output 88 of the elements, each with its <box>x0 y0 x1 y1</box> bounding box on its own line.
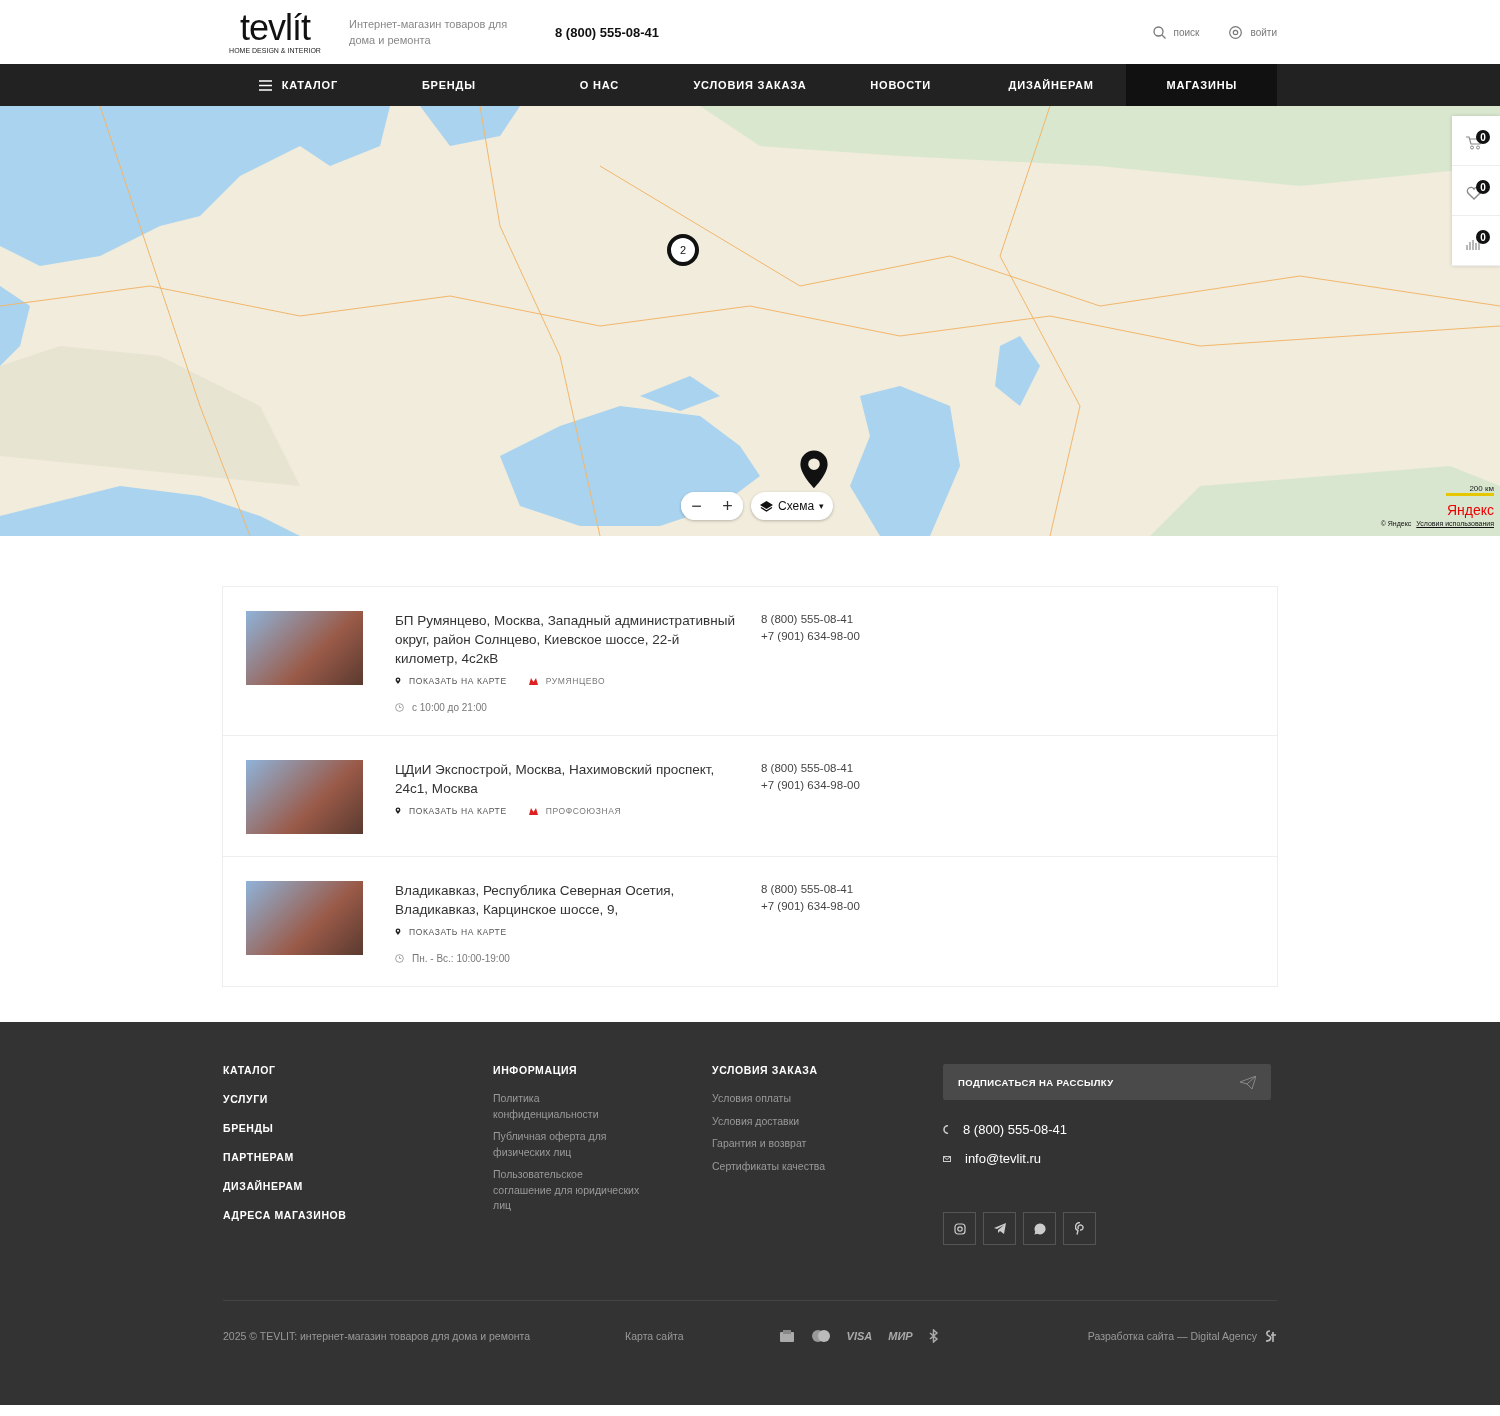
footer-column-title[interactable]: ИНФОРМАЦИЯ <box>493 1064 712 1076</box>
nav-tab[interactable]: КАТАЛОГ <box>223 64 374 106</box>
store-phone[interactable]: +7 (901) 634-98-00 <box>761 777 860 794</box>
instagram-icon <box>953 1222 966 1235</box>
store-phone[interactable]: 8 (800) 555-08-41 <box>761 881 860 898</box>
footer-link[interactable]: Условия доставки <box>712 1113 862 1129</box>
count-badge: 0 <box>1476 230 1490 244</box>
store-phone[interactable]: +7 (901) 634-98-00 <box>761 898 860 915</box>
payment-logo: VISA <box>846 1330 873 1342</box>
nav-tab[interactable]: НОВОСТИ <box>825 64 976 106</box>
footer-link[interactable]: Условия оплаты <box>712 1091 862 1107</box>
site-slogan: Интернет-магазин товаров для дома и ремонта <box>349 17 509 48</box>
footer-main-link[interactable]: БРЕНДЫ <box>223 1122 493 1134</box>
social-button[interactable] <box>983 1212 1016 1245</box>
metro-station: РУМЯНЦЕВО <box>545 676 606 686</box>
count-badge: 0 <box>1476 180 1490 194</box>
nav-tab[interactable]: УСЛОВИЯ ЗАКАЗА <box>674 64 826 106</box>
metro-station: ПРОФСОЮЗНАЯ <box>545 806 622 816</box>
opening-hours: Пн. - Вс.: 10:00-19:00 <box>412 953 510 964</box>
footer-main-link[interactable]: ДИЗАЙНЕРАМ <box>223 1180 493 1192</box>
cart-button[interactable]: 0 <box>1452 116 1500 166</box>
clock-icon <box>395 703 404 712</box>
zoom-out-button[interactable]: − <box>681 492 712 520</box>
footer-link[interactable]: Публичная оферта для физических лиц <box>493 1129 643 1160</box>
search-icon <box>1152 25 1166 39</box>
map-scale: 200 км <box>1446 484 1494 496</box>
mastercard-icon <box>810 1330 831 1342</box>
map-layers-button[interactable]: Схема ▾ <box>751 492 834 520</box>
agency-logo-icon <box>1265 1329 1277 1343</box>
social-button[interactable] <box>943 1212 976 1245</box>
sitemap-link[interactable]: Карта сайта <box>625 1330 684 1342</box>
telegram-icon <box>993 1223 1006 1234</box>
store-phone[interactable]: +7 (901) 634-98-00 <box>761 628 860 645</box>
footer-phone[interactable]: 8 (800) 555-08-41 <box>963 1122 1068 1137</box>
nav-tab[interactable]: ДИЗАЙНЕРАМ <box>975 64 1127 106</box>
count-badge: 0 <box>1476 130 1490 144</box>
footer-column-title[interactable]: УСЛОВИЯ ЗАКАЗА <box>712 1064 931 1076</box>
show-on-map-link[interactable]: ПОКАЗАТЬ НА КАРТЕ <box>395 806 507 816</box>
developer-link[interactable]: Разработка сайта — Digital Agency <box>1087 1330 1257 1342</box>
payment-logo: МИР <box>888 1330 913 1342</box>
store-address: Владикавказ, Республика Северная Осетия, Владикавказ, Карцинское шоссе, 9, <box>395 882 676 919</box>
whatsapp-icon <box>1033 1222 1046 1235</box>
footer-email[interactable]: info@tevlit.ru <box>965 1151 1042 1166</box>
footer-link[interactable]: Гарантия и возврат <box>712 1136 862 1152</box>
social-button[interactable] <box>1063 1212 1096 1245</box>
footer-link[interactable]: Политика конфиденциальности <box>493 1091 643 1122</box>
footer-link[interactable]: Пользовательское соглашение для юридических лиц <box>493 1167 643 1214</box>
favorites-button[interactable]: 0 <box>1452 166 1500 216</box>
footer-link[interactable]: Сертификаты качества <box>712 1158 862 1174</box>
bluetooth-icon <box>928 1329 939 1343</box>
nav-tab[interactable]: О НАС <box>524 64 675 106</box>
nav-tab[interactable]: БРЕНДЫ <box>373 64 525 106</box>
layers-icon <box>760 500 773 512</box>
subscribe-button[interactable]: ПОДПИСАТЬСЯ НА РАССЫЛКУ <box>943 1064 1271 1100</box>
store-address: БП Румянцево, Москва, Западный административный округ, район Солнцево, Киевское шоссе, 22-й километр, 4с2кВ <box>395 612 735 668</box>
show-on-map-link[interactable]: ПОКАЗАТЬ НА КАРТЕ <box>395 927 507 937</box>
copyright-text: 2025 © TEVLIT: интернет-магазин товаров для дома и ремонта <box>223 1330 531 1342</box>
card-icon <box>778 1329 795 1343</box>
show-on-map-link[interactable]: ПОКАЗАТЬ НА КАРТЕ <box>395 676 507 686</box>
heart-icon <box>1466 186 1482 200</box>
logo[interactable]: tevlít <box>240 10 310 45</box>
social-button[interactable] <box>1023 1212 1056 1245</box>
footer-main-link[interactable]: ПАРТНЕРАМ <box>223 1151 493 1163</box>
mail-icon <box>943 1155 951 1162</box>
phone-icon <box>943 1125 949 1134</box>
location-pin-icon <box>395 677 401 685</box>
send-icon <box>1240 1075 1256 1089</box>
store-address: ЦДиИ Экспострой, Москва, Нахимовский проспект, 24с1, Москва <box>395 761 716 798</box>
compare-button[interactable]: 0 <box>1452 216 1500 266</box>
footer-main-link[interactable]: АДРЕСА МАГАЗИНОВ <box>223 1209 493 1221</box>
opening-hours: с 10:00 до 21:00 <box>412 702 487 713</box>
store-phone[interactable]: 8 (800) 555-08-41 <box>761 760 860 777</box>
location-pin-icon <box>395 807 401 815</box>
footer-main-link[interactable]: КАТАЛОГ <box>223 1064 493 1076</box>
clock-icon <box>395 954 404 963</box>
nav-tab[interactable]: МАГАЗИНЫ <box>1126 64 1278 106</box>
menu-icon <box>258 79 272 91</box>
footer-main-link[interactable]: УСЛУГИ <box>223 1093 493 1105</box>
location-pin-icon <box>395 928 401 936</box>
zoom-in-button[interactable]: + <box>712 492 743 520</box>
cart-icon <box>1466 136 1482 150</box>
header-phone[interactable]: 8 (800) 555-08-41 <box>555 24 660 40</box>
pinterest-icon <box>1074 1222 1085 1235</box>
login-button[interactable]: войти <box>1229 25 1277 39</box>
user-icon <box>1229 25 1243 39</box>
caret-icon: ▾ <box>819 501 825 511</box>
store-phone[interactable]: 8 (800) 555-08-41 <box>761 611 860 628</box>
search-button[interactable]: поиск <box>1152 25 1200 39</box>
